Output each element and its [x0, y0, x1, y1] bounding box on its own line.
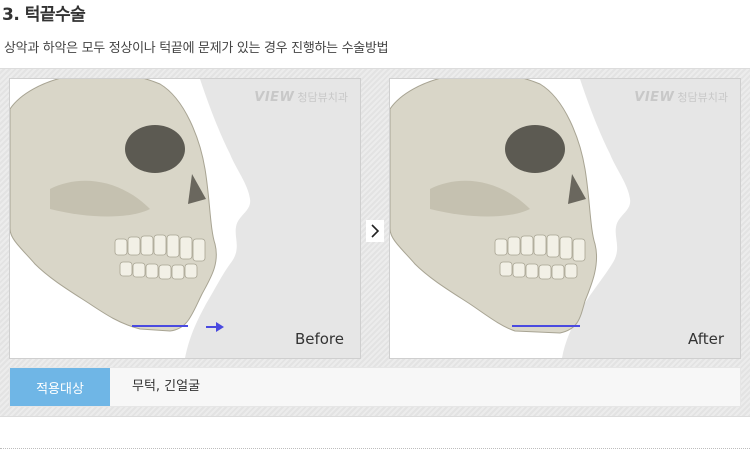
chevron-right-icon: [371, 224, 380, 238]
clinic-logo: VIEW 청담뷰치과: [254, 89, 348, 105]
divider: [0, 448, 750, 449]
logo-clinic-name: 청담뷰치과: [677, 91, 728, 104]
before-caption: Before: [294, 330, 344, 348]
target-tag: 적용대상: [10, 368, 110, 406]
section-subtitle: 상악과 하악은 모두 정상이나 턱끝에 문제가 있는 경우 진행하는 수술방법: [4, 41, 389, 56]
section-title: 3. 턱끝수술: [2, 5, 86, 25]
clinic-logo: VIEW 청담뷰치과: [634, 89, 728, 105]
target-info-bar: 적용대상 무턱, 긴얼굴: [9, 367, 741, 407]
logo-brand: VIEW: [634, 90, 675, 105]
skull-illustration-after: [390, 79, 740, 358]
before-image: VIEW 청담뷰치과 Before: [9, 78, 361, 359]
next-button[interactable]: [366, 220, 384, 242]
comparison-panel: VIEW 청담뷰치과 Before VIEW 청담뷰치과 After 적용대상 …: [0, 68, 750, 417]
target-value: 무턱, 긴얼굴: [132, 379, 201, 394]
after-caption: After: [687, 330, 724, 348]
skull-illustration-before: [10, 79, 360, 358]
logo-clinic-name: 청담뷰치과: [297, 91, 348, 104]
after-image: VIEW 청담뷰치과 After: [389, 78, 741, 359]
logo-brand: VIEW: [254, 90, 295, 105]
